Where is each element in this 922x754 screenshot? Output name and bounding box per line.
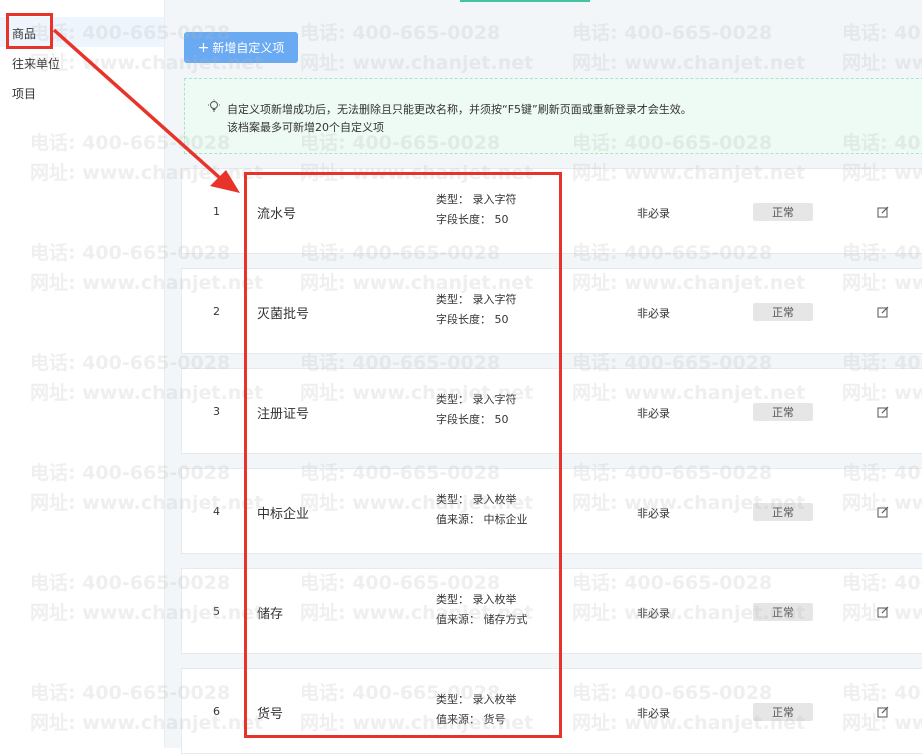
edit-icon[interactable] (876, 705, 890, 719)
status-badge: 正常 (753, 203, 813, 221)
row-index: 2 (213, 305, 220, 318)
row-index: 6 (213, 705, 220, 718)
row-type: 类型： 录入字符 (436, 293, 517, 306)
table-row: 2 灭菌批号 类型： 录入字符 字段长度： 50 非必录 正常 (181, 268, 922, 354)
sidebar: 商品 往来单位 项目 (0, 0, 165, 748)
sidebar-item-goods[interactable]: 商品 (12, 25, 36, 42)
row-required: 非必录 (637, 407, 670, 420)
row-required: 非必录 (637, 707, 670, 720)
row-name: 注册证号 (257, 407, 310, 422)
row-name: 中标企业 (257, 507, 310, 522)
row-name: 货号 (257, 707, 284, 722)
table-row: 4 中标企业 类型： 录入枚举 值来源： 中标企业 非必录 正常 (181, 468, 922, 554)
notice-line-1: 自定义项新增成功后，无法删除且只能更改名称，并须按“F5键”刷新页面或重新登录才… (227, 103, 692, 116)
status-badge: 正常 (753, 703, 813, 721)
row-required: 非必录 (637, 207, 670, 220)
row-index: 4 (213, 505, 220, 518)
status-badge: 正常 (753, 503, 813, 521)
add-custom-item-button[interactable]: + 新增自定义项 (184, 32, 298, 63)
table-row: 1 流水号 类型： 录入字符 字段长度： 50 非必录 正常 (181, 168, 922, 254)
table-row: 6 货号 类型： 录入枚举 值来源： 货号 非必录 正常 (181, 668, 922, 754)
table-row: 5 储存 类型： 录入枚举 值来源： 储存方式 非必录 正常 (181, 568, 922, 654)
edit-icon[interactable] (876, 605, 890, 619)
row-detail: 字段长度： 50 (436, 213, 509, 226)
notice-banner: 自定义项新增成功后，无法删除且只能更改名称，并须按“F5键”刷新页面或重新登录才… (184, 78, 922, 154)
row-type: 类型： 录入枚举 (436, 693, 517, 706)
row-index: 3 (213, 405, 220, 418)
status-badge: 正常 (753, 603, 813, 621)
row-detail: 值来源： 中标企业 (436, 513, 528, 526)
add-button-label: 新增自定义项 (212, 41, 285, 55)
row-type: 类型： 录入枚举 (436, 493, 517, 506)
row-detail: 值来源： 储存方式 (436, 613, 528, 626)
row-required: 非必录 (637, 607, 670, 620)
sidebar-item-projects[interactable]: 项目 (12, 85, 36, 102)
row-detail: 字段长度： 50 (436, 413, 509, 426)
edit-icon[interactable] (876, 205, 890, 219)
edit-icon[interactable] (876, 405, 890, 419)
status-badge: 正常 (753, 403, 813, 421)
row-name: 灭菌批号 (257, 307, 310, 322)
notice-line-2: 该档案最多可新增20个自定义项 (227, 121, 384, 134)
lightbulb-icon (208, 99, 220, 112)
row-index: 5 (213, 605, 220, 618)
row-detail: 字段长度： 50 (436, 313, 509, 326)
top-tab-indicator (460, 0, 590, 2)
row-type: 类型： 录入字符 (436, 393, 517, 406)
edit-icon[interactable] (876, 505, 890, 519)
row-name: 流水号 (257, 207, 297, 222)
row-name: 储存 (257, 607, 284, 622)
row-type: 类型： 录入字符 (436, 193, 517, 206)
row-detail: 值来源： 货号 (436, 713, 506, 726)
status-badge: 正常 (753, 303, 813, 321)
sidebar-item-partners[interactable]: 往来单位 (12, 55, 60, 72)
table-row: 3 注册证号 类型： 录入字符 字段长度： 50 非必录 正常 (181, 368, 922, 454)
row-required: 非必录 (637, 307, 670, 320)
plus-icon: + (197, 39, 210, 56)
row-required: 非必录 (637, 507, 670, 520)
row-type: 类型： 录入枚举 (436, 593, 517, 606)
edit-icon[interactable] (876, 305, 890, 319)
row-index: 1 (213, 205, 220, 218)
